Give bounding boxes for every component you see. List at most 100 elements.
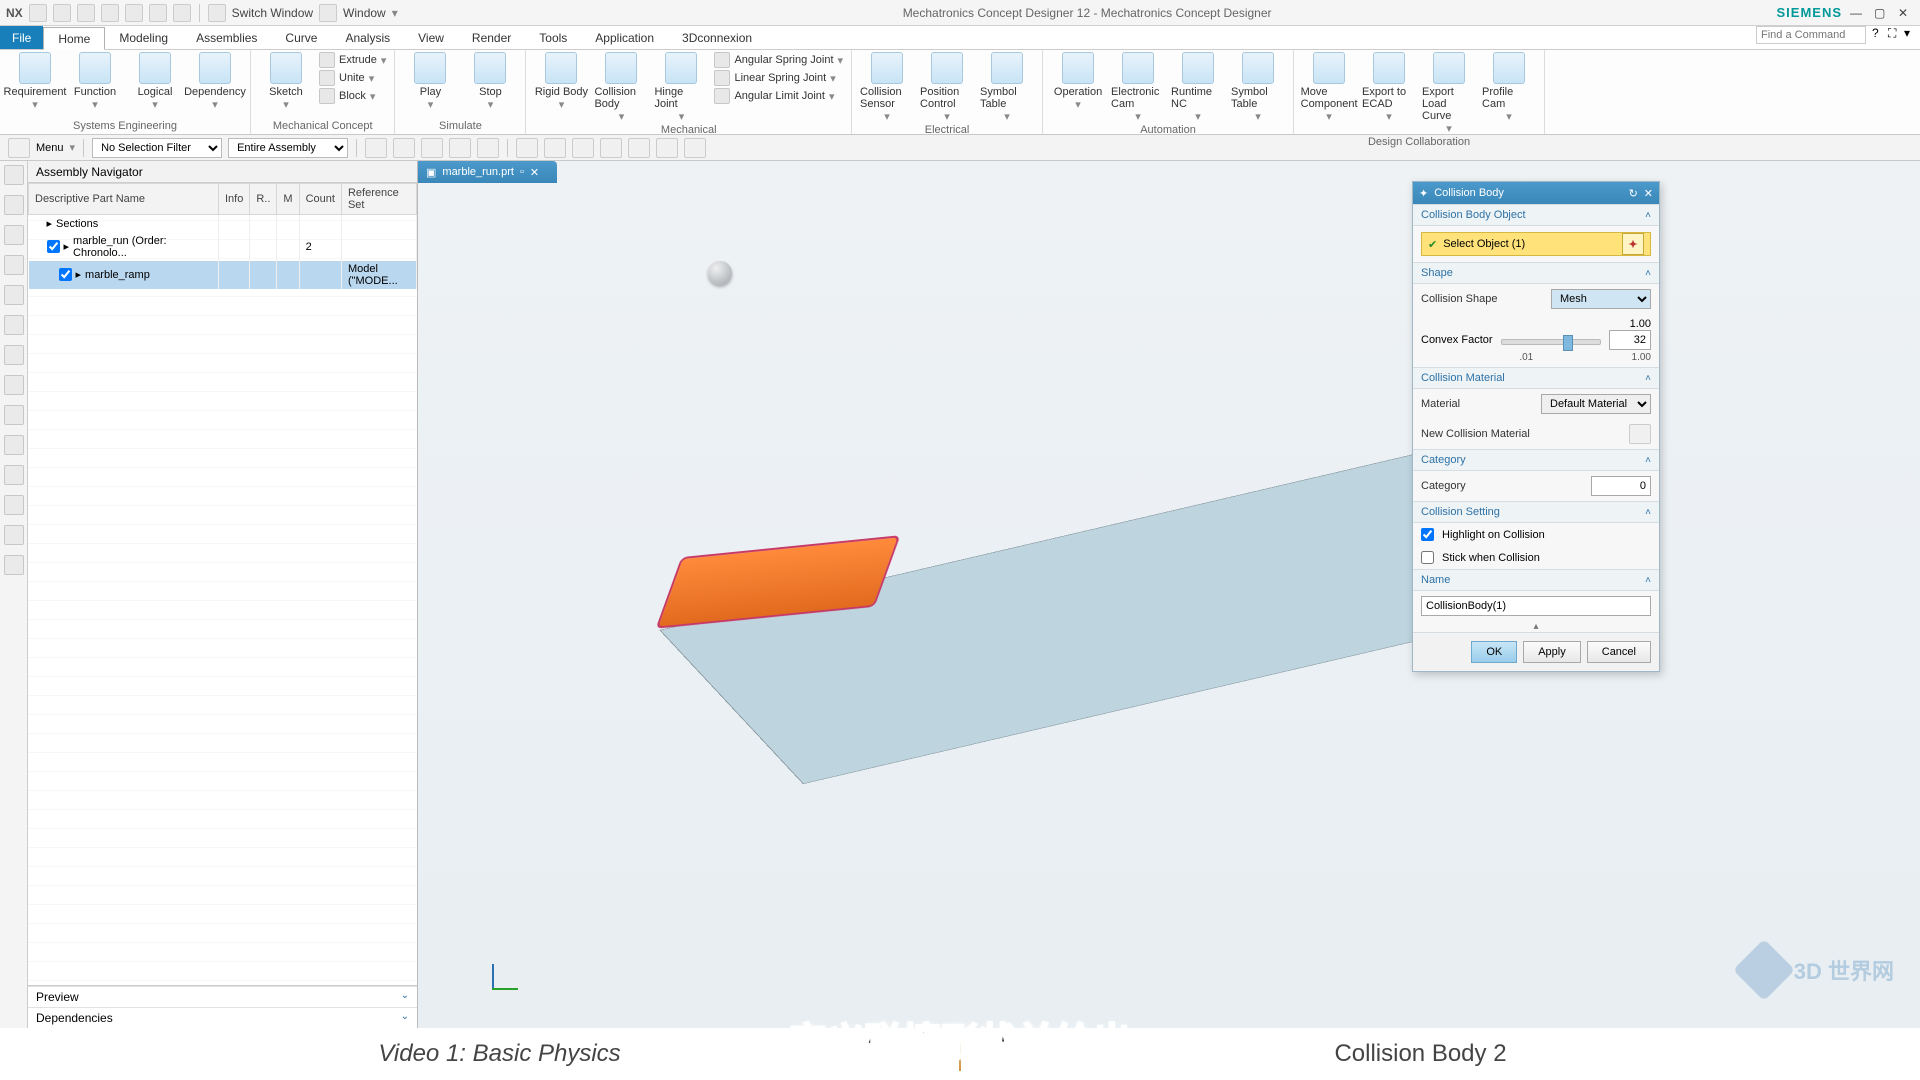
nav-row[interactable]: ▸marble_rampModel ("MODE... <box>29 261 417 289</box>
tab-modeling[interactable]: Modeling <box>105 26 182 49</box>
section-material[interactable]: Collision Material˄ <box>1413 367 1659 389</box>
ribbon-angular-spring-joint[interactable]: Angular Spring Joint ▾ <box>714 52 843 68</box>
ribbon-stop[interactable]: Stop▾ <box>463 52 517 111</box>
strip-icon[interactable] <box>4 495 24 515</box>
dialog-close-icon[interactable]: ✕ <box>1644 187 1653 200</box>
ribbon-runtime-nc[interactable]: Runtime NC▾ <box>1171 52 1225 123</box>
strip-icon[interactable] <box>4 285 24 305</box>
preview-section[interactable]: Preview⌄ <box>28 986 417 1007</box>
tb-icon[interactable] <box>516 138 538 158</box>
maximize-icon[interactable]: ▢ <box>1874 6 1890 20</box>
nav-col[interactable]: R.. <box>250 184 277 215</box>
tb-icon[interactable] <box>656 138 678 158</box>
tab-home[interactable]: Home <box>43 27 105 50</box>
tb-icon[interactable] <box>628 138 650 158</box>
qat-save-icon[interactable] <box>29 4 47 22</box>
ribbon-position-control[interactable]: Position Control▾ <box>920 52 974 123</box>
tb-icon[interactable] <box>477 138 499 158</box>
strip-icon[interactable] <box>4 255 24 275</box>
tb-icon[interactable] <box>421 138 443 158</box>
ribbon-electronic-cam[interactable]: Electronic Cam▾ <box>1111 52 1165 123</box>
strip-icon[interactable] <box>4 465 24 485</box>
minimize-icon[interactable]: — <box>1850 6 1866 20</box>
tab-view[interactable]: View <box>404 26 458 49</box>
ribbon-function[interactable]: Function▾ <box>68 52 122 111</box>
ribbon-collision-body[interactable]: Collision Body▾ <box>594 52 648 123</box>
ribbon-collision-sensor[interactable]: Collision Sensor▾ <box>860 52 914 123</box>
convex-factor-slider[interactable] <box>1501 339 1601 345</box>
qat-more-icon[interactable] <box>173 4 191 22</box>
menu-label[interactable]: Menu <box>36 142 64 154</box>
select-object-add-icon[interactable]: ✦ <box>1622 233 1644 255</box>
qat-copy-icon[interactable] <box>125 4 143 22</box>
nav-check[interactable] <box>47 240 60 253</box>
ok-button[interactable]: OK <box>1471 641 1517 663</box>
dialog-gear-icon[interactable]: ✦ <box>1419 187 1428 200</box>
material-select[interactable]: Default Material <box>1541 394 1651 414</box>
tab-3dconnexion[interactable]: 3Dconnexion <box>668 26 766 49</box>
strip-icon[interactable] <box>4 525 24 545</box>
ribbon-requirement[interactable]: Requirement▾ <box>8 52 62 111</box>
help-icon[interactable]: ? <box>1872 26 1888 42</box>
qat-undo-icon[interactable] <box>53 4 71 22</box>
tab-curve[interactable]: Curve <box>271 26 331 49</box>
tb-icon[interactable] <box>365 138 387 158</box>
tab-assemblies[interactable]: Assemblies <box>182 26 271 49</box>
selection-filter-select[interactable]: No Selection Filter <box>92 138 222 158</box>
strip-icon[interactable] <box>4 225 24 245</box>
nav-col[interactable]: Descriptive Part Name <box>29 184 219 215</box>
ribbon-logical[interactable]: Logical▾ <box>128 52 182 111</box>
marble-ball[interactable] <box>708 261 732 285</box>
nav-row[interactable]: ▸marble_run (Order: Chronolo...2 <box>29 233 417 261</box>
ribbon-operation[interactable]: Operation▾ <box>1051 52 1105 111</box>
new-material-icon[interactable] <box>1629 424 1651 444</box>
strip-icon[interactable] <box>4 555 24 575</box>
section-object[interactable]: Collision Body Object˄ <box>1413 204 1659 226</box>
strip-icon[interactable] <box>4 195 24 215</box>
switch-window-label[interactable]: Switch Window <box>232 6 313 20</box>
selection-scope-select[interactable]: Entire Assembly <box>228 138 348 158</box>
section-name[interactable]: Name˄ <box>1413 569 1659 591</box>
ribbon-export-load-curve[interactable]: Export Load Curve▾ <box>1422 52 1476 135</box>
tab-file[interactable]: File <box>0 26 43 49</box>
qat-cut-icon[interactable] <box>101 4 119 22</box>
select-object-button[interactable]: ✔ Select Object (1) ✦ <box>1421 232 1651 256</box>
tab-pin-icon[interactable]: ▫ <box>520 166 524 178</box>
min-ribbon-icon[interactable]: ▾ <box>1904 26 1920 42</box>
nav-col[interactable]: M <box>277 184 299 215</box>
strip-icon[interactable] <box>4 435 24 455</box>
ribbon-play[interactable]: Play▾ <box>403 52 457 111</box>
ribbon-angular-limit-joint[interactable]: Angular Limit Joint ▾ <box>714 88 843 104</box>
view-triad-icon[interactable] <box>474 964 514 1004</box>
strip-icon[interactable] <box>4 345 24 365</box>
section-category[interactable]: Category˄ <box>1413 449 1659 471</box>
nav-col[interactable]: Info <box>219 184 250 215</box>
nav-col[interactable]: Reference Set <box>341 184 416 215</box>
menu-icon[interactable] <box>8 138 30 158</box>
ribbon-block[interactable]: Block ▾ <box>319 88 386 104</box>
tab-tools[interactable]: Tools <box>525 26 581 49</box>
window-label[interactable]: Window <box>343 6 386 20</box>
ribbon-rigid-body[interactable]: Rigid Body▾ <box>534 52 588 111</box>
highlight-checkbox[interactable] <box>1421 528 1434 541</box>
ribbon-export-to-ecad[interactable]: Export to ECAD▾ <box>1362 52 1416 123</box>
collision-shape-select[interactable]: Mesh <box>1551 289 1651 309</box>
ribbon-profile-cam[interactable]: Profile Cam▾ <box>1482 52 1536 123</box>
ribbon-extrude[interactable]: Extrude ▾ <box>319 52 386 68</box>
ribbon-move-component[interactable]: Move Component▾ <box>1302 52 1356 123</box>
ribbon-symbol-table[interactable]: Symbol Table▾ <box>1231 52 1285 123</box>
window-icon[interactable] <box>319 4 337 22</box>
fullscreen-icon[interactable]: ⛶ <box>1888 26 1904 42</box>
dialog-reset-icon[interactable]: ↻ <box>1629 187 1638 200</box>
nav-check[interactable] <box>59 268 72 281</box>
stick-checkbox[interactable] <box>1421 551 1434 564</box>
category-input[interactable] <box>1591 476 1651 496</box>
cancel-button[interactable]: Cancel <box>1587 641 1651 663</box>
tb-icon[interactable] <box>544 138 566 158</box>
tb-icon[interactable] <box>449 138 471 158</box>
tb-icon[interactable] <box>393 138 415 158</box>
expand-icon[interactable]: ▴ <box>1413 621 1659 632</box>
find-command-input[interactable] <box>1756 26 1866 44</box>
tab-application[interactable]: Application <box>581 26 668 49</box>
name-input[interactable] <box>1421 596 1651 616</box>
